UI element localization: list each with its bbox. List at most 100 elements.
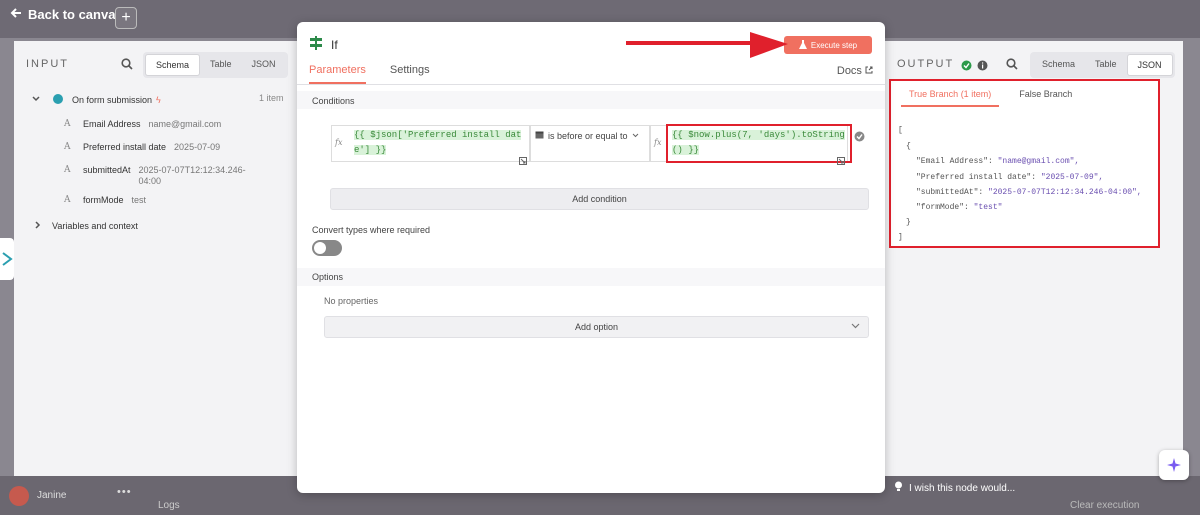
expression-line: {{ $json['Preferred install dat	[354, 130, 522, 140]
schema-field[interactable]: A submittedAt 2025-07-07T12:12:34.246-04…	[64, 165, 259, 187]
docs-link[interactable]: Docs	[837, 65, 873, 77]
options-title: Options	[312, 272, 344, 282]
json-bracket: [	[898, 126, 903, 135]
node-settings-panel: If Execute step Parameters Settings Docs…	[297, 22, 885, 493]
json-key: "Preferred install date":	[916, 173, 1037, 182]
form-trigger-icon	[52, 93, 64, 107]
string-type-icon: A	[64, 195, 71, 205]
add-option-dropdown[interactable]: Add option	[324, 316, 869, 338]
json-value: "name@gmail.com",	[997, 157, 1080, 166]
convert-types-toggle[interactable]	[312, 240, 342, 256]
convert-types-label: Convert types where required	[312, 225, 431, 235]
string-type-icon: A	[64, 142, 71, 152]
feedback-link[interactable]: I wish this node would...	[894, 481, 1015, 495]
string-type-icon: A	[64, 119, 71, 129]
if-node-icon	[309, 36, 323, 53]
add-option-label: Add option	[574, 322, 619, 332]
operator-value[interactable]: is before or equal to	[535, 130, 639, 141]
no-properties-text: No properties	[324, 296, 379, 306]
output-view-table[interactable]: Table	[1085, 54, 1127, 76]
clear-execution-button[interactable]: Clear execution	[1070, 500, 1139, 511]
schema-field[interactable]: A Preferred install date 2025-07-09	[64, 142, 220, 152]
json-value: "2025-07-09",	[1040, 173, 1104, 182]
expand-icon[interactable]	[519, 152, 527, 170]
field-name: submittedAt	[83, 165, 131, 175]
logs-label[interactable]: Logs	[158, 500, 180, 511]
docs-label: Docs	[836, 65, 862, 77]
ai-assistant-button[interactable]	[1159, 450, 1189, 480]
output-view-schema[interactable]: Schema	[1032, 54, 1085, 76]
variables-label: Variables and context	[52, 221, 138, 231]
add-condition-button[interactable]: Add condition	[330, 188, 869, 210]
add-node-button[interactable]: +	[115, 7, 137, 29]
branch-tabs: True Branch (1 item) False Branch	[901, 89, 1080, 107]
options-header	[297, 268, 885, 286]
expression-line: e'] }}	[354, 145, 387, 155]
json-row: "submittedAt": "2025-07-07T12:12:34.246-…	[916, 188, 1142, 197]
tab-settings[interactable]: Settings	[390, 64, 430, 84]
input-title: INPUT	[26, 58, 69, 70]
search-icon[interactable]	[1006, 57, 1018, 75]
json-brace: {	[906, 142, 911, 151]
node-icon	[2, 252, 13, 266]
output-branch-box: True Branch (1 item) False Branch [ { "E…	[889, 79, 1160, 248]
tab-false-branch[interactable]: False Branch	[1011, 89, 1080, 107]
json-key: "Email Address":	[916, 157, 993, 166]
output-view-switch: Schema Table JSON	[1030, 52, 1175, 78]
string-type-icon: A	[64, 165, 71, 175]
input-panel: INPUT Schema Table JSON On form submissi…	[14, 41, 298, 476]
trigger-label: On form submission	[72, 95, 153, 105]
json-row: "Preferred install date": "2025-07-09",	[916, 173, 1103, 182]
chevron-down-icon	[851, 317, 860, 337]
json-bracket: ]	[898, 233, 903, 242]
info-icon[interactable]	[977, 58, 988, 76]
chevron-down-icon	[632, 131, 639, 141]
field-name: Email Address	[83, 119, 141, 129]
output-title: OUTPUT	[897, 58, 955, 70]
json-value: "test"	[973, 203, 1003, 212]
chevron-down-icon	[32, 95, 40, 105]
input-view-json[interactable]: JSON	[242, 54, 286, 76]
left-expression[interactable]: {{ $json['Preferred install dat e'] }}	[354, 128, 522, 158]
conditions-header	[297, 91, 885, 109]
schema-field[interactable]: A formMode test	[64, 195, 146, 205]
node-header: If	[309, 36, 338, 53]
avatar[interactable]	[9, 486, 29, 506]
conditions-title: Conditions	[312, 96, 355, 106]
input-view-schema[interactable]: Schema	[145, 54, 201, 76]
json-row: "formMode": "test"	[916, 203, 1002, 212]
feedback-label: I wish this node would...	[909, 482, 1016, 494]
execute-step-label: Execute step	[810, 40, 858, 50]
side-panel-handle[interactable]	[0, 238, 14, 280]
input-view-table[interactable]: Table	[200, 54, 242, 76]
item-count: 1 item	[259, 93, 284, 103]
check-circle-icon	[961, 58, 972, 76]
search-icon[interactable]	[121, 57, 133, 75]
annotation-arrow-icon	[626, 32, 788, 58]
node-title[interactable]: If	[331, 38, 338, 52]
field-name: Preferred install date	[83, 142, 167, 152]
tab-true-branch[interactable]: True Branch (1 item)	[901, 89, 1000, 107]
schema-field[interactable]: A Email Address name@gmail.com	[64, 119, 221, 129]
sparkle-icon	[1167, 458, 1181, 472]
field-name: formMode	[83, 195, 124, 205]
user-name: Janine	[37, 490, 67, 501]
json-value: "2025-07-07T12:12:34.246-04:00",	[988, 188, 1142, 197]
tab-parameters[interactable]: Parameters	[309, 64, 366, 84]
input-view-switch: Schema Table JSON	[143, 52, 288, 78]
execute-step-button[interactable]: Execute step	[784, 36, 872, 54]
json-brace: }	[906, 218, 911, 227]
json-row: "Email Address": "name@gmail.com",	[916, 157, 1079, 166]
output-view-json[interactable]: JSON	[1126, 54, 1173, 76]
expand-icon[interactable]	[837, 152, 845, 170]
flask-icon	[798, 39, 807, 51]
external-link-icon	[865, 65, 873, 77]
user-menu-icon[interactable]: •••	[117, 486, 132, 498]
arrow-left-icon	[10, 7, 22, 22]
variables-row[interactable]: Variables and context	[34, 221, 138, 231]
back-to-canvas-link[interactable]: Back to canvas	[10, 7, 123, 22]
check-circle-icon	[854, 129, 865, 147]
field-value: name@gmail.com	[148, 119, 222, 129]
field-value: 2025-07-09	[174, 142, 221, 152]
trigger-row[interactable]: On form submission ϟ	[32, 93, 161, 107]
